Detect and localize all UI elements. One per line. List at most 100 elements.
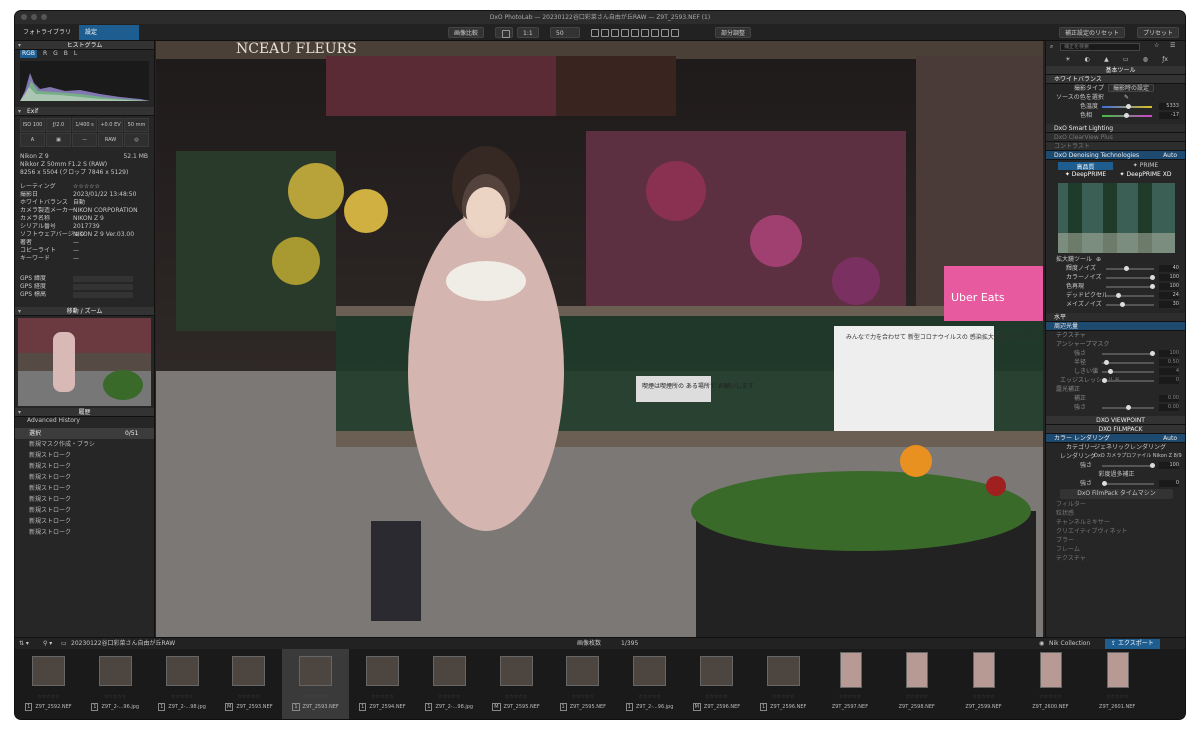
zoom-1to1-button[interactable]: 1:1 bbox=[517, 27, 539, 38]
preset-button[interactable]: プリセット bbox=[1137, 27, 1180, 38]
layout-button[interactable] bbox=[495, 27, 513, 38]
star-icon[interactable]: ☆ bbox=[1154, 42, 1159, 49]
thumbnail[interactable]: ☆☆☆☆☆ Z9T_2599.NEF bbox=[950, 649, 1017, 719]
basic-tools-header[interactable]: 基本ツール bbox=[1046, 66, 1185, 75]
effects-icon[interactable]: ◍ bbox=[1143, 56, 1148, 63]
rating-stars[interactable]: ☆☆☆☆☆ bbox=[549, 694, 616, 700]
detail-icon[interactable]: ▲ bbox=[1104, 56, 1109, 63]
temp-slider[interactable] bbox=[1102, 104, 1152, 109]
history-item[interactable]: 新規マスク作成・ブラシ bbox=[15, 439, 154, 450]
rating-stars[interactable]: ☆☆☆☆☆ bbox=[282, 694, 349, 700]
clearview-header[interactable]: DxO ClearView Plus bbox=[1046, 133, 1185, 142]
smart-lighting-header[interactable]: DxO Smart Lighting bbox=[1046, 124, 1185, 133]
tool-row[interactable]: フィルター bbox=[1046, 500, 1185, 509]
tool-row[interactable]: テクスチャ bbox=[1046, 554, 1185, 563]
channel-rgb[interactable]: RGB bbox=[20, 50, 37, 58]
denoise-preview[interactable] bbox=[1058, 183, 1175, 253]
tool-row[interactable]: 粒状感 bbox=[1046, 509, 1185, 518]
channel-r[interactable]: R bbox=[43, 50, 47, 58]
thumbnail[interactable]: ☆☆☆☆☆ M Z9T_2596.NEF bbox=[683, 649, 750, 719]
thumbnail[interactable]: ☆☆☆☆☆ Z9T_2600.NEF bbox=[1017, 649, 1084, 719]
rating-stars[interactable]: ☆☆☆☆☆ bbox=[349, 694, 416, 700]
thumbnail[interactable]: ☆☆☆☆☆ 1 Z9T_2593.NEF bbox=[282, 649, 349, 719]
nr-slider[interactable] bbox=[1106, 302, 1154, 307]
history-item[interactable]: 新規ストローク bbox=[15, 494, 154, 505]
history-item[interactable]: 選択 0/51 bbox=[15, 428, 154, 439]
thumbnail[interactable]: ☆☆☆☆☆ 1 Z9T_2-...98.jpg bbox=[416, 649, 483, 719]
history-item[interactable]: 新規ストローク bbox=[15, 450, 154, 461]
redeye-icon[interactable] bbox=[641, 28, 649, 37]
histogram-header[interactable]: ▾ ヒストグラム bbox=[15, 41, 154, 50]
thumbnail[interactable]: ☆☆☆☆☆ 1 Z9T_2596.NEF bbox=[750, 649, 817, 719]
color-icon[interactable]: ◐ bbox=[1085, 56, 1090, 63]
thumbnail[interactable]: ☆☆☆☆☆ 1 Z9T_2-...96.jpg bbox=[82, 649, 149, 719]
channel-b[interactable]: B bbox=[64, 50, 68, 58]
history-item[interactable]: 新規ストローク bbox=[15, 516, 154, 527]
tab-photo-library[interactable]: フォトライブラリ bbox=[17, 25, 77, 40]
tool-row[interactable]: チャンネルミキサー bbox=[1046, 518, 1185, 527]
rating-stars[interactable]: ☆☆☆☆☆ bbox=[616, 694, 683, 700]
menu-icon[interactable]: ☰ bbox=[1170, 42, 1175, 49]
thumbnail[interactable]: ☆☆☆☆☆ M Z9T_2595.NEF bbox=[483, 649, 550, 719]
prime-button[interactable]: ✦ PRIME bbox=[1118, 162, 1173, 170]
perspective-icon[interactable] bbox=[611, 28, 619, 37]
wb-header[interactable]: ホワイトバランス bbox=[1046, 75, 1185, 84]
history-item[interactable]: 新規ストローク bbox=[15, 472, 154, 483]
rating-stars[interactable]: ☆☆☆☆☆ bbox=[750, 694, 817, 700]
rating-stars[interactable]: ☆☆☆☆☆ bbox=[883, 694, 950, 700]
eye-icon[interactable] bbox=[661, 28, 669, 37]
repair-icon[interactable] bbox=[631, 28, 639, 37]
search-input[interactable] bbox=[1060, 43, 1140, 51]
rating-stars[interactable]: ☆☆☆☆☆ bbox=[1084, 694, 1151, 700]
local-adjust-button[interactable]: 部分調整 bbox=[715, 27, 752, 38]
nr-slider[interactable] bbox=[1106, 293, 1154, 298]
nr-slider[interactable] bbox=[1106, 266, 1154, 271]
tool-row[interactable]: クリエイティブヴィネット bbox=[1046, 527, 1185, 536]
tool-row[interactable]: フレーム bbox=[1046, 545, 1185, 554]
thumbnail[interactable]: ☆☆☆☆☆ Z9T_2601.NEF bbox=[1084, 649, 1151, 719]
deepprime-button[interactable]: ✦ DeepPRIME bbox=[1058, 171, 1113, 179]
tab-customize[interactable]: 設定 bbox=[79, 25, 139, 40]
history-item[interactable]: 新規ストローク bbox=[15, 461, 154, 472]
eyedropper-icon[interactable]: ✎ bbox=[1124, 93, 1129, 102]
fx-icon[interactable]: ƒx bbox=[1162, 56, 1168, 63]
navigator-preview[interactable] bbox=[18, 318, 151, 406]
category-select[interactable]: ジェネリックレンダリング bbox=[1094, 443, 1166, 452]
compare-button[interactable]: 画像比較 bbox=[448, 27, 485, 38]
thumbnail[interactable]: ☆☆☆☆☆ 1 Z9T_2594.NEF bbox=[349, 649, 416, 719]
channel-g[interactable]: G bbox=[53, 50, 58, 58]
hq-button[interactable]: 高品質 bbox=[1058, 162, 1113, 171]
rating-stars[interactable]: ☆☆☆☆☆ bbox=[683, 694, 750, 700]
nr-slider[interactable] bbox=[1106, 275, 1155, 280]
nr-slider[interactable] bbox=[1106, 284, 1155, 289]
mask-icon[interactable] bbox=[651, 28, 659, 37]
light-icon[interactable]: ☀ bbox=[1065, 56, 1070, 63]
window-controls[interactable] bbox=[21, 14, 47, 20]
rating-stars[interactable]: ☆☆☆☆☆ bbox=[149, 694, 216, 700]
zoom-select[interactable]: 50 bbox=[550, 27, 580, 38]
channel-l[interactable]: L bbox=[74, 50, 77, 58]
history-item[interactable]: 新規ストローク bbox=[15, 527, 154, 538]
rating-stars[interactable]: ☆☆☆☆☆ bbox=[215, 694, 282, 700]
contrast-header[interactable]: コントラスト bbox=[1046, 142, 1185, 151]
reset-button[interactable]: 補正設定のリセット bbox=[1059, 27, 1126, 38]
exif-header[interactable]: ▾ Exif bbox=[15, 107, 154, 116]
thumbnail[interactable]: ☆☆☆☆☆ 1 Z9T_2-...96.jpg bbox=[616, 649, 683, 719]
history-header[interactable]: ▾ 履歴 bbox=[15, 408, 154, 417]
image-viewer[interactable]: NCEAU FLEURS 喫煙は喫煙所の ある場所で お願いします みんなで力を… bbox=[156, 41, 1043, 637]
timemachine-button[interactable]: DxO FilmPack タイムマシン bbox=[1060, 489, 1173, 499]
rating-stars[interactable]: ☆☆☆☆☆ bbox=[950, 694, 1017, 700]
straighten-icon[interactable] bbox=[601, 28, 609, 37]
denoise-header[interactable]: DxO Denoising Technologies Auto bbox=[1046, 151, 1185, 160]
color-render-header[interactable]: カラー レンダリング Auto bbox=[1046, 434, 1185, 443]
export-button[interactable]: ⇪ エクスポート bbox=[1105, 639, 1160, 649]
rating-stars[interactable]: ☆☆☆☆☆ bbox=[15, 694, 82, 700]
thumbnail[interactable]: ☆☆☆☆☆ Z9T_2598.NEF bbox=[883, 649, 950, 719]
deepprime-xd-button[interactable]: ✦ DeepPRIME XD bbox=[1118, 171, 1173, 179]
rating-stars[interactable]: ☆☆☆☆☆ bbox=[82, 694, 149, 700]
geometry-icon[interactable]: ▭ bbox=[1123, 56, 1129, 63]
tool-row[interactable]: ブラー bbox=[1046, 536, 1185, 545]
wb-type-select[interactable]: 撮影時の設定 bbox=[1108, 84, 1155, 92]
thumbnail[interactable]: ☆☆☆☆☆ 1 Z9T_2-...98.jpg bbox=[149, 649, 216, 719]
history-item[interactable]: 新規ストローク bbox=[15, 505, 154, 516]
